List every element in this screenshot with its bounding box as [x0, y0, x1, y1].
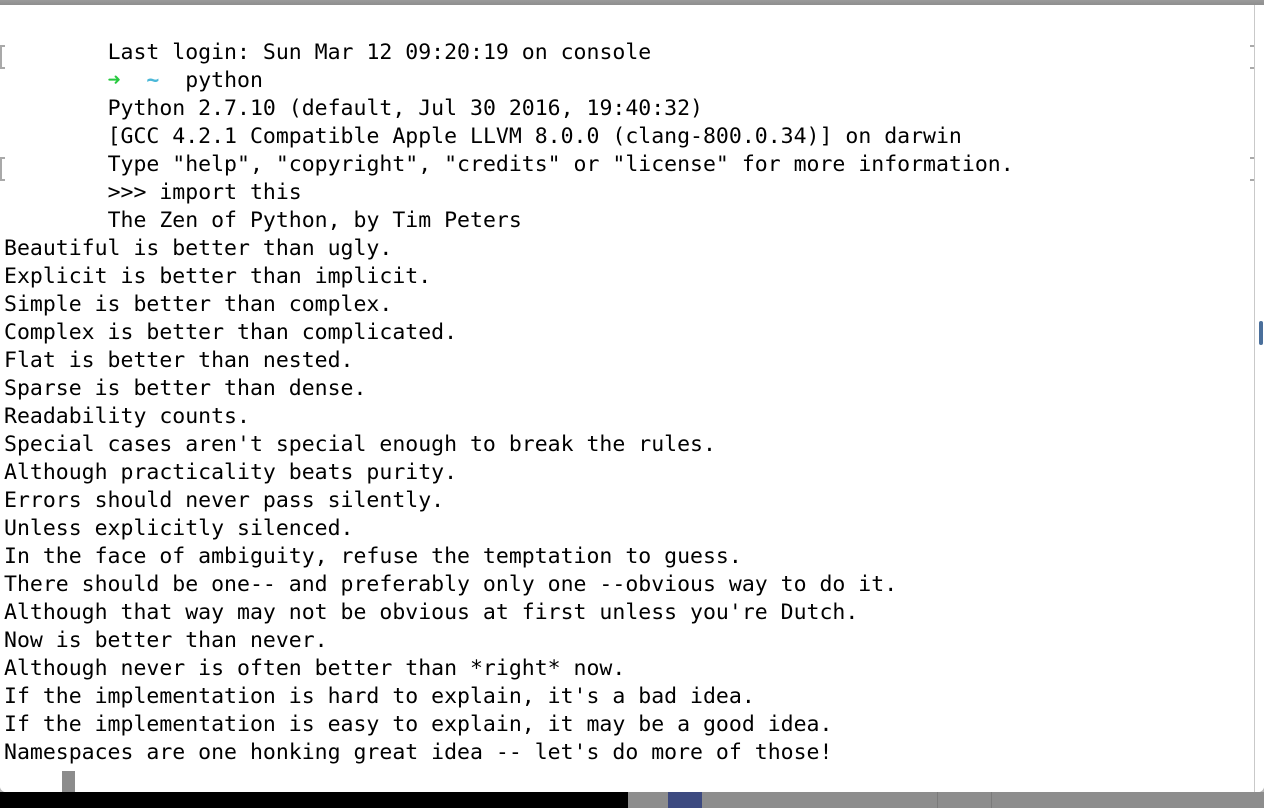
screen: Last login: Sun Mar 12 09:20:19 on conso…	[0, 0, 1264, 808]
terminal-line-import: >>> import this	[4, 151, 302, 205]
terminal-line-login: Last login: Sun Mar 12 09:20:19 on conso…	[4, 11, 652, 65]
zen-text: Namespaces are one honking great idea --…	[4, 740, 833, 765]
zen-text: Flat is better than nested.	[4, 348, 354, 373]
dock-item[interactable]	[992, 792, 1264, 808]
terminal-line-zen-9: Errors should never pass silently.	[4, 487, 444, 515]
dock-item[interactable]	[938, 792, 992, 808]
terminal-line-zen-0: Beautiful is better than ugly.	[4, 235, 392, 263]
zen-text: Readability counts.	[4, 404, 250, 429]
dock-dark-region	[0, 792, 628, 808]
zen-text: Although that way may not be obvious at …	[4, 600, 859, 625]
zen-text: Sparse is better than dense.	[4, 376, 367, 401]
zen-text: Special cases aren't special enough to b…	[4, 432, 716, 457]
zen-text: If the implementation is easy to explain…	[4, 712, 833, 737]
terminal-line-zen-14: Now is better than never.	[4, 627, 328, 655]
zen-text: Explicit is better than implicit.	[4, 264, 432, 289]
terminal-line-zen-18: Namespaces are one honking great idea --…	[4, 739, 832, 767]
zen-text: Unless explicitly silenced.	[4, 516, 354, 541]
terminal-line-zen-7: Special cases aren't special enough to b…	[4, 431, 716, 459]
terminal-line-zen-8: Although practicality beats purity.	[4, 459, 457, 487]
terminal-line-zen-title: The Zen of Python, by Tim Peters	[4, 179, 522, 233]
terminal-line-zen-6: Readability counts.	[4, 403, 250, 431]
zen-text: Now is better than never.	[4, 628, 328, 653]
zen-text: Complex is better than complicated.	[4, 320, 458, 345]
terminal-line-zen-13: Although that way may not be obvious at …	[4, 599, 858, 627]
terminal-line-zen-1: Explicit is better than implicit.	[4, 263, 431, 291]
zen-text: Errors should never pass silently.	[4, 488, 445, 513]
dock-item-active[interactable]	[668, 792, 702, 808]
zen-text: In the face of ambiguity, refuse the tem…	[4, 544, 742, 569]
terminal-line-banner-2: Type "help", "copyright", "credits" or "…	[4, 123, 1014, 177]
vertical-scrollbar[interactable]	[1254, 5, 1264, 792]
terminal-line-zen-11: In the face of ambiguity, refuse the tem…	[4, 543, 742, 571]
terminal-line-banner-0: Python 2.7.10 (default, Jul 30 2016, 19:…	[4, 67, 703, 121]
terminal-line-zen-10: Unless explicitly silenced.	[4, 515, 354, 543]
text-cursor	[62, 771, 75, 792]
terminal-line-zen-3: Complex is better than complicated.	[4, 319, 457, 347]
zen-text: Although never is often better than *rig…	[4, 656, 626, 681]
terminal-line-zen-5: Sparse is better than dense.	[4, 375, 366, 403]
terminal-line-zen-2: Simple is better than complex.	[4, 291, 392, 319]
zen-text: Although practicality beats purity.	[4, 460, 458, 485]
zen-text: There should be one-- and preferably onl…	[4, 572, 898, 597]
terminal-line-zen-4: Flat is better than nested.	[4, 347, 354, 375]
desktop-dock[interactable]	[0, 792, 1264, 808]
scrollbar-thumb[interactable]	[1259, 321, 1263, 345]
zen-text: Simple is better than complex.	[4, 292, 393, 317]
zen-text: If the implementation is hard to explain…	[4, 684, 755, 709]
terminal-line-final-prompt: >>>	[4, 767, 146, 792]
terminal-line-banner-1: [GCC 4.2.1 Compatible Apple LLVM 8.0.0 (…	[4, 95, 962, 149]
zen-title-text: The Zen of Python, by Tim Peters	[107, 208, 522, 233]
terminal-line-shell-prompt: ➜ ~ python	[4, 39, 263, 93]
dock-item[interactable]	[702, 792, 938, 808]
terminal-output-area[interactable]: Last login: Sun Mar 12 09:20:19 on conso…	[0, 5, 1264, 792]
terminal-line-zen-16: If the implementation is hard to explain…	[4, 683, 755, 711]
terminal-window[interactable]: Last login: Sun Mar 12 09:20:19 on conso…	[0, 5, 1264, 792]
zen-text: Beautiful is better than ugly.	[4, 236, 393, 261]
terminal-line-zen-12: There should be one-- and preferably onl…	[4, 571, 897, 599]
terminal-line-zen-17: If the implementation is easy to explain…	[4, 711, 832, 739]
terminal-line-zen-15: Although never is often better than *rig…	[4, 655, 625, 683]
